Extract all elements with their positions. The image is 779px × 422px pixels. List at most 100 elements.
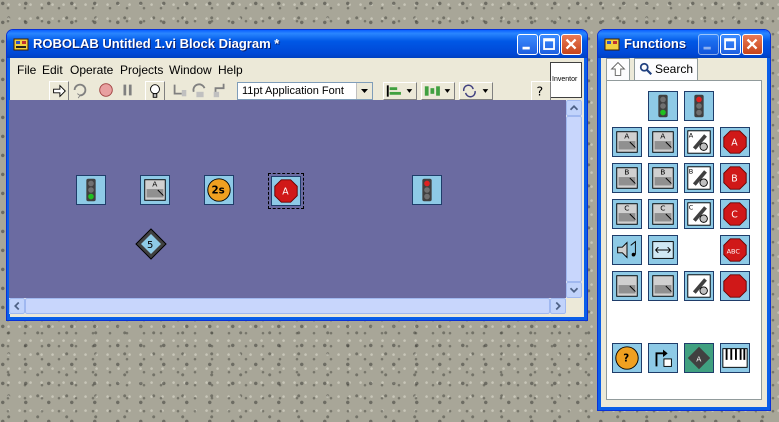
palette-motor-c-icon[interactable]: C: [612, 199, 642, 229]
vertical-scrollbar[interactable]: [566, 100, 582, 298]
maximize-button[interactable]: [539, 34, 560, 55]
reorder-icon: [463, 84, 489, 98]
palette-motor-c-icon[interactable]: C: [648, 199, 678, 229]
run-button[interactable]: [49, 81, 69, 101]
end-traffic-light-icon[interactable]: [412, 175, 442, 205]
scroll-left-button[interactable]: [9, 298, 25, 314]
palette-motor-a-icon[interactable]: A: [648, 127, 678, 157]
highlight-execution-button[interactable]: [145, 81, 165, 101]
font-selector[interactable]: 11pt Application Font: [237, 82, 373, 100]
palette-green-light-icon[interactable]: [648, 91, 678, 121]
menu-bar: File Edit Operate Projects Window Help: [15, 61, 545, 78]
begin-traffic-light-icon[interactable]: [76, 175, 106, 205]
svg-text:B: B: [689, 167, 694, 175]
svg-text:B: B: [731, 174, 737, 185]
inventor-level-box[interactable]: Inventor: [550, 62, 582, 98]
svg-text:A: A: [152, 179, 158, 188]
close-icon: [746, 38, 758, 50]
palette-red-light-icon[interactable]: [684, 91, 714, 121]
chevron-down-icon: [356, 83, 372, 99]
align-objects-dropdown[interactable]: [383, 82, 417, 100]
svg-text:B: B: [624, 167, 629, 176]
chevron-down-icon: [569, 287, 579, 293]
functions-minimize-button[interactable]: [698, 34, 719, 55]
step-over-button[interactable]: [191, 81, 211, 101]
functions-titlebar[interactable]: Functions: [598, 30, 770, 58]
menu-help[interactable]: Help: [218, 63, 243, 77]
svg-text:?: ?: [537, 84, 544, 99]
stop-a-icon[interactable]: A: [268, 173, 304, 209]
menu-file[interactable]: File: [17, 63, 36, 77]
palette-sound-icon[interactable]: [612, 235, 642, 265]
close-button[interactable]: [561, 34, 582, 55]
scroll-up-button[interactable]: [566, 100, 582, 116]
run-arrow-icon: [53, 84, 66, 98]
palette-jump-icon[interactable]: [648, 343, 678, 373]
context-help-button[interactable]: ?: [531, 81, 551, 101]
step-out-button[interactable]: [211, 81, 231, 101]
svg-text:5: 5: [147, 240, 153, 251]
palette-motor-b-icon[interactable]: B: [648, 163, 678, 193]
motor-a-icon[interactable]: A: [140, 175, 170, 205]
functions-maximize-button[interactable]: [720, 34, 741, 55]
svg-text:2s: 2s: [212, 185, 225, 197]
chevron-left-icon: [14, 301, 20, 311]
palette-motor-b-icon[interactable]: B: [612, 163, 642, 193]
maximize-icon: [724, 38, 736, 50]
palette-panel: A A A A B B B B C C C C ABC? A: [606, 80, 762, 400]
functions-close-button[interactable]: [742, 34, 763, 55]
palette-motor-rev-c-icon[interactable]: C: [684, 199, 714, 229]
maximize-icon: [543, 38, 555, 50]
palette-wait-q-icon[interactable]: ?: [612, 343, 642, 373]
modifier-5-icon[interactable]: 5: [135, 228, 167, 260]
run-continuously-button[interactable]: [71, 81, 91, 101]
block-diagram-canvas[interactable]: A 2s A 5: [9, 100, 566, 298]
palette-motor-rev-icon[interactable]: [684, 271, 714, 301]
up-arrow-icon: [610, 61, 626, 76]
horizontal-scrollbar[interactable]: [9, 298, 566, 314]
distribute-objects-dropdown[interactable]: [421, 82, 455, 100]
window-title: ROBOLAB Untitled 1.vi Block Diagram *: [33, 36, 280, 51]
menu-operate[interactable]: Operate: [70, 63, 113, 77]
palette-stop-icon[interactable]: [720, 271, 750, 301]
palette-stop-abc-icon[interactable]: ABC: [720, 235, 750, 265]
step-into-icon: [173, 84, 187, 97]
palette-motor-icon[interactable]: [648, 271, 678, 301]
svg-text:C: C: [731, 210, 738, 221]
block-diagram-titlebar[interactable]: ROBOLAB Untitled 1.vi Block Diagram *: [7, 30, 587, 58]
palette-grid: A A A A B B B B C C C C ABC? A: [607, 81, 761, 399]
scroll-down-button[interactable]: [566, 282, 582, 298]
palette-motor-rev-a-icon[interactable]: A: [684, 127, 714, 157]
palette-motor-icon[interactable]: [612, 271, 642, 301]
font-selector-value: 11pt Application Font: [242, 85, 344, 97]
pause-button[interactable]: [119, 81, 139, 101]
step-into-button[interactable]: [171, 81, 191, 101]
menu-projects[interactable]: Projects: [120, 63, 163, 77]
abort-button[interactable]: [97, 81, 117, 101]
palette-motor-rev-b-icon[interactable]: B: [684, 163, 714, 193]
wait-2s-icon[interactable]: 2s: [204, 175, 234, 205]
palette-stop-b-icon[interactable]: B: [720, 163, 750, 193]
search-label: Search: [655, 62, 694, 76]
palette-music-icon[interactable]: [720, 343, 750, 373]
palette-stop-a-icon[interactable]: A: [720, 127, 750, 157]
reorder-dropdown[interactable]: [459, 82, 493, 100]
minimize-button[interactable]: [517, 34, 538, 55]
palette-stop-c-icon[interactable]: C: [720, 199, 750, 229]
palette-display-icon[interactable]: [648, 235, 678, 265]
svg-text:C: C: [689, 203, 694, 211]
functions-window: Functions Search A A A A B B B B C C C C ABC? A: [597, 29, 771, 411]
scroll-thumb-horizontal[interactable]: [25, 298, 550, 314]
step-out-icon: [213, 83, 225, 98]
menu-window[interactable]: Window: [169, 63, 212, 77]
robolab-app-icon: [13, 38, 29, 51]
lightbulb-icon: [150, 84, 160, 98]
search-button[interactable]: Search: [634, 58, 698, 80]
palette-up-button[interactable]: [606, 58, 630, 80]
menu-edit[interactable]: Edit: [42, 63, 63, 77]
palette-motor-a-icon[interactable]: A: [612, 127, 642, 157]
scroll-thumb-vertical[interactable]: [566, 116, 582, 282]
chevron-up-icon: [569, 105, 579, 111]
palette-modifier-a-icon[interactable]: A: [684, 343, 714, 373]
scroll-right-button[interactable]: [550, 298, 566, 314]
